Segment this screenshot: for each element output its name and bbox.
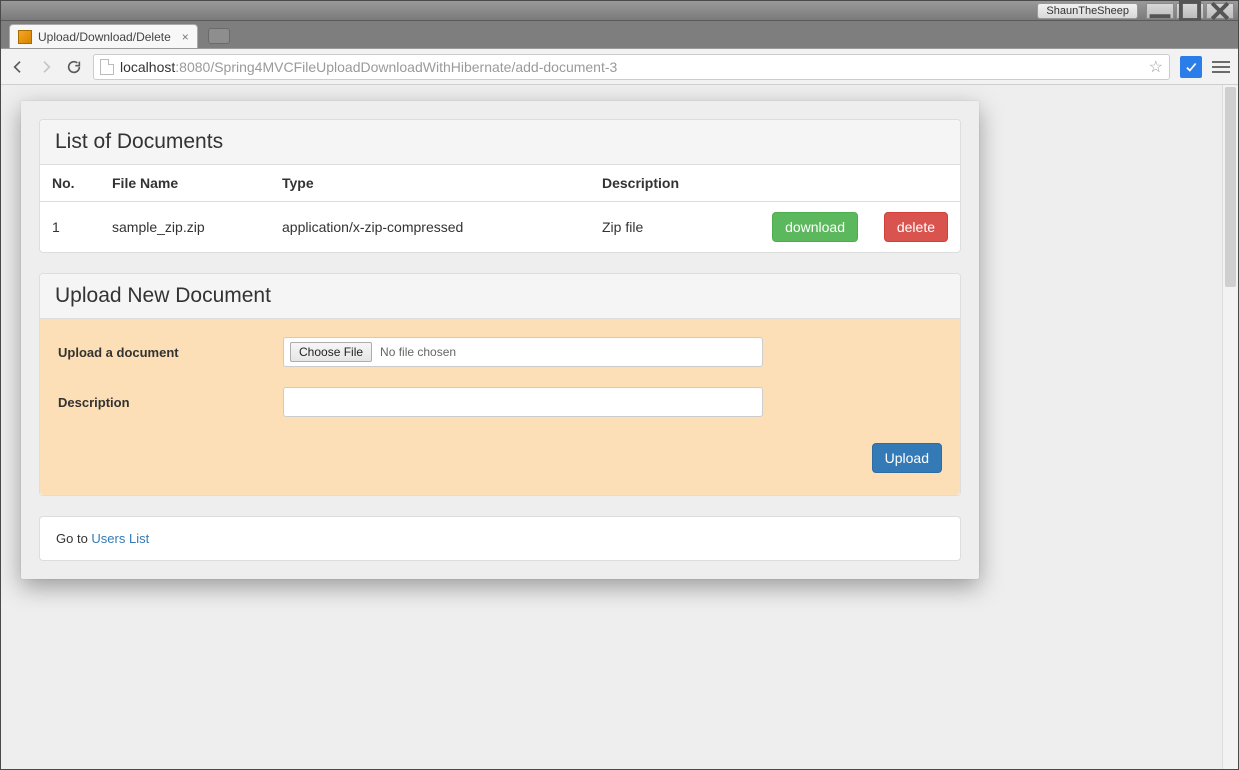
new-tab-button[interactable]: [208, 28, 230, 44]
users-list-link[interactable]: Users List: [91, 531, 149, 546]
tab-title: Upload/Download/Delete: [38, 30, 171, 44]
upload-panel: Upload New Document Upload a document Ch…: [39, 273, 961, 496]
tab-close-button[interactable]: ×: [182, 30, 189, 44]
choose-file-button[interactable]: Choose File: [290, 342, 372, 362]
window-close-button[interactable]: [1206, 3, 1234, 19]
download-button[interactable]: download: [772, 212, 858, 242]
bookmark-star-icon[interactable]: ☆: [1149, 57, 1163, 77]
cell-type: application/x-zip-compressed: [270, 202, 590, 253]
browser-viewport: List of Documents No. File Name: [1, 85, 1238, 769]
content-container: List of Documents No. File Name: [21, 101, 979, 579]
table-header-row: No. File Name Type Description: [40, 165, 960, 202]
browser-menu-button[interactable]: [1212, 61, 1230, 73]
page-icon: [100, 59, 114, 75]
page-content: List of Documents No. File Name: [1, 85, 1238, 599]
scrollbar-thumb[interactable]: [1225, 87, 1236, 287]
reload-button[interactable]: [65, 58, 83, 76]
col-type: Type: [270, 165, 590, 202]
description-input[interactable]: [283, 387, 763, 417]
extension-button[interactable]: [1180, 56, 1202, 78]
file-chosen-status: No file chosen: [380, 345, 456, 359]
cell-description: Zip file: [590, 202, 760, 253]
delete-button[interactable]: delete: [884, 212, 948, 242]
goto-text: Go to: [56, 531, 91, 546]
window-titlebar: ShaunTheSheep: [1, 1, 1238, 21]
url-port: :8080: [175, 59, 210, 75]
upload-button[interactable]: Upload: [872, 443, 942, 473]
cell-file-name: sample_zip.zip: [100, 202, 270, 253]
cell-no: 1: [40, 202, 100, 253]
address-bar[interactable]: localhost:8080/Spring4MVCFileUploadDownl…: [93, 54, 1170, 80]
upload-panel-heading: Upload New Document: [40, 274, 960, 319]
file-input[interactable]: Choose File No file chosen: [283, 337, 763, 367]
browser-toolbar: localhost:8080/Spring4MVCFileUploadDownl…: [1, 49, 1238, 85]
window-app-name: ShaunTheSheep: [1037, 3, 1138, 19]
os-window: ShaunTheSheep Upload/Download/Delete ×: [0, 0, 1239, 770]
description-field-label: Description: [58, 395, 283, 410]
documents-heading-text: List of Documents: [55, 130, 223, 153]
documents-panel-heading: List of Documents: [40, 120, 960, 165]
table-row: 1 sample_zip.zip application/x-zip-compr…: [40, 202, 960, 253]
upload-form: Upload a document Choose File No file ch…: [40, 319, 960, 495]
forward-button[interactable]: [37, 58, 55, 76]
url-text: localhost:8080/Spring4MVCFileUploadDownl…: [120, 59, 617, 75]
upload-heading-text: Upload New Document: [55, 284, 271, 307]
browser-tab[interactable]: Upload/Download/Delete ×: [9, 24, 198, 48]
footer-well: Go to Users List: [39, 516, 961, 561]
url-host: localhost: [120, 59, 175, 75]
documents-panel: List of Documents No. File Name: [39, 119, 961, 253]
favicon-icon: [18, 30, 32, 44]
window-maximize-button[interactable]: [1176, 3, 1204, 19]
url-path: /Spring4MVCFileUploadDownloadWithHiberna…: [210, 59, 617, 75]
vertical-scrollbar[interactable]: [1222, 85, 1238, 769]
browser-tabstrip: Upload/Download/Delete ×: [1, 21, 1238, 49]
col-description: Description: [590, 165, 760, 202]
col-file-name: File Name: [100, 165, 270, 202]
documents-table: No. File Name Type Description 1: [40, 165, 960, 252]
col-no: No.: [40, 165, 100, 202]
back-button[interactable]: [9, 58, 27, 76]
file-field-label: Upload a document: [58, 345, 283, 360]
window-minimize-button[interactable]: [1146, 3, 1174, 19]
